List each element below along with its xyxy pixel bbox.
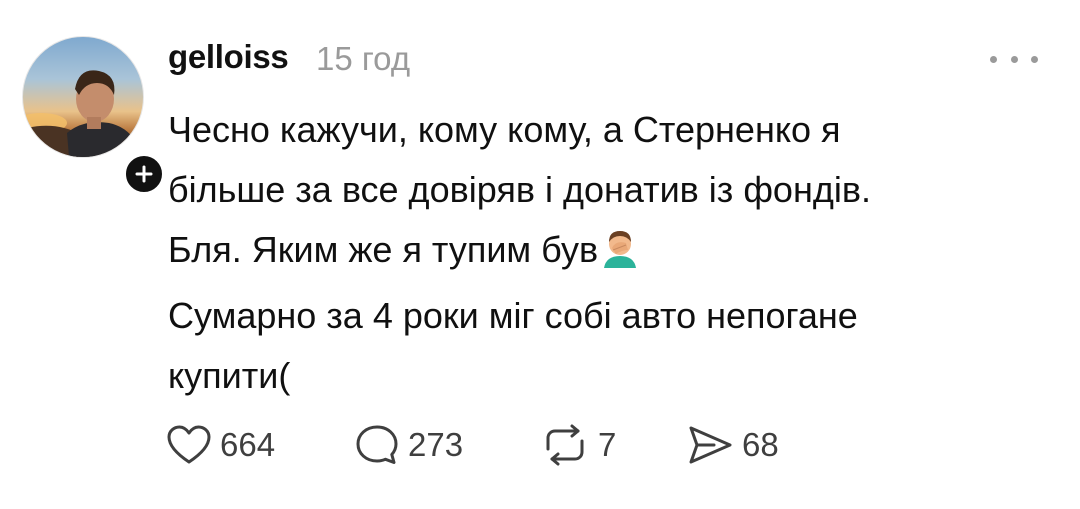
repost-count: 7: [598, 426, 617, 463]
share-button[interactable]: 68: [686, 423, 779, 467]
share-count: 68: [742, 426, 779, 463]
post-line: купити(: [168, 355, 291, 396]
like-count: 664: [220, 426, 276, 463]
more-dots-icon: [1010, 55, 1018, 63]
action-bar: 664 273 7 68: [166, 420, 779, 470]
avatar-photo: [23, 70, 143, 157]
post-line: більше за все довіряв і донатив із фонді…: [168, 169, 871, 210]
send-icon: [689, 426, 732, 464]
follow-button[interactable]: [122, 152, 166, 196]
more-options-button[interactable]: [990, 48, 1038, 70]
more-dots-icon: [1031, 55, 1038, 63]
reply-count: 273: [408, 426, 464, 463]
author-avatar-group[interactable]: [22, 36, 166, 196]
comment-bubble-icon: [356, 425, 398, 464]
plus-icon: [135, 165, 153, 183]
post-line: Бля. Яким же я тупим був: [168, 229, 599, 270]
post-line: Чесно кажучи, кому кому, а Стерненко я: [168, 109, 841, 150]
like-button[interactable]: 664: [166, 424, 354, 466]
repost-button[interactable]: 7: [540, 423, 686, 467]
repost-arrows-icon: [546, 424, 584, 466]
username[interactable]: gelloiss: [168, 38, 289, 76]
timestamp: 15 год: [316, 40, 411, 77]
post-line: Сумарно за 4 роки міг собі авто непогане: [168, 295, 858, 336]
avatar[interactable]: [22, 36, 144, 158]
heart-icon: [167, 425, 211, 464]
post-body: Чесно кажучи, кому кому, а Стерненко я б…: [168, 100, 1028, 406]
man-facepalming-emoji-icon: [600, 226, 640, 286]
post-line-with-emoji: Бля. Яким же я тупим був: [168, 220, 1028, 286]
reply-button[interactable]: 273: [354, 423, 540, 467]
more-dots-icon: [990, 55, 997, 63]
